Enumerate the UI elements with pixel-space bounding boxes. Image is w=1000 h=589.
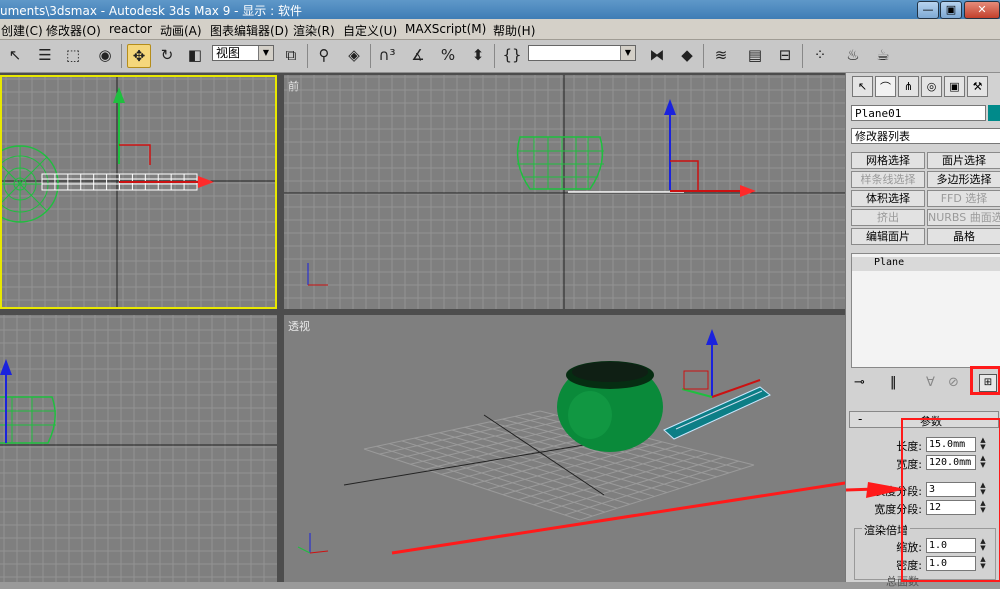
reference-coord-value: 视图 [216, 46, 241, 60]
annotation-arrow-head [846, 482, 906, 498]
viewport-top-canvas [2, 77, 275, 307]
transform-gizmo-icon [0, 359, 12, 443]
menu-rendering[interactable]: 渲染(R) [293, 22, 335, 39]
object-name-field[interactable]: Plane01 [851, 105, 986, 121]
close-button[interactable]: ✕ [964, 1, 1000, 19]
patch-select-button[interactable]: 面片选择 [927, 152, 1000, 169]
chevron-down-icon: ▼ [258, 46, 273, 60]
menu-maxscript[interactable]: MAXScript(M) [405, 22, 486, 36]
stack-item-plane[interactable]: Plane [852, 257, 1000, 271]
scale-icon[interactable]: ◧ [184, 44, 206, 66]
grid-lines [0, 315, 277, 582]
toolbar-separator [802, 44, 803, 68]
snap-3d-icon[interactable]: ∩³ [376, 44, 398, 66]
pivot-center-icon[interactable]: ⧉ [280, 44, 302, 66]
material-editor-icon[interactable]: ⁘ [809, 44, 831, 66]
rollout-toggle: - [858, 412, 863, 426]
make-unique-icon[interactable]: ∀ [926, 375, 935, 390]
render-scene-icon[interactable]: ♨ [842, 44, 864, 66]
toolbar-separator [307, 44, 308, 68]
remove-modifier-icon[interactable]: ⊘ [948, 375, 959, 390]
annotation-arrow-line [391, 481, 845, 555]
viewport-left-canvas [0, 315, 277, 582]
minimize-button[interactable]: — [917, 1, 939, 19]
axis-tripod-icon [297, 533, 329, 554]
viewport-left[interactable] [0, 315, 277, 582]
nurbs-surface-select-button[interactable]: NURBS 曲面选择 [927, 209, 1000, 226]
viewport-perspective-canvas [297, 329, 845, 555]
pin-stack-icon[interactable]: ⊸ [854, 375, 865, 390]
named-selection-icon[interactable]: {} [501, 44, 523, 66]
curve-editor-icon[interactable]: ▤ [744, 44, 766, 66]
teapot-wireframe-icon [0, 396, 56, 444]
mirror-icon[interactable]: ⧓ [646, 44, 668, 66]
main-toolbar: ↖ ☰ ⬚ ◉ ✥ ↻ ◧ 视图 ▼ ⧉ ⚲ ◈ ∩³ ∡ % ⬍ {} ▼ ⧓… [0, 40, 1000, 73]
object-color-swatch[interactable] [988, 105, 1000, 121]
viewport-front[interactable]: 前 [284, 75, 845, 309]
menu-help[interactable]: 帮助(H) [493, 22, 535, 39]
named-selection-dropdown[interactable]: ▼ [528, 45, 636, 61]
window-crossing-icon[interactable]: ◉ [94, 44, 116, 66]
viewport-area: 前 透视 [0, 73, 845, 582]
rotate-icon[interactable]: ↻ [156, 44, 178, 66]
highlight-box-configure [970, 366, 1000, 395]
title-bar: uments\3dsmax - Autodesk 3ds Max 9 - 显示 … [0, 0, 1000, 19]
menu-modifiers[interactable]: 修改器(O) [46, 22, 101, 39]
hierarchy-tab-icon[interactable]: ⋔ [898, 76, 919, 97]
lattice-button[interactable]: 晶格 [927, 228, 1000, 245]
command-panel: ↖ ⌒ ⋔ ◎ ▣ ⚒ Plane01 修改器列表 网格选择 面片选择 样条线选… [845, 73, 1000, 588]
edit-patch-button[interactable]: 编辑面片 [851, 228, 925, 245]
volume-select-button[interactable]: 体积选择 [851, 190, 925, 207]
toolbar-separator [121, 44, 122, 68]
utilities-tab-icon[interactable]: ⚒ [967, 76, 988, 97]
axis-tripod-icon [307, 263, 328, 286]
viewport-top[interactable] [0, 75, 277, 309]
grid-lines [2, 77, 275, 307]
modifier-stack: Plane [851, 253, 1000, 368]
create-tab-icon[interactable]: ↖ [852, 76, 873, 97]
modify-tab-icon[interactable]: ⌒ [875, 76, 896, 97]
menu-reactor[interactable]: reactor [109, 22, 152, 36]
mesh-select-button[interactable]: 网格选择 [851, 152, 925, 169]
modifier-list-dropdown[interactable]: 修改器列表 [851, 128, 1000, 144]
toolbar-separator [703, 44, 704, 68]
rect-region-icon[interactable]: ⬚ [62, 44, 84, 66]
quick-render-icon[interactable]: ☕ [872, 44, 894, 66]
viewport-perspective[interactable]: 透视 [284, 315, 845, 582]
manipulate-icon[interactable]: ⚲ [313, 44, 335, 66]
spline-select-button[interactable]: 样条线选择 [851, 171, 925, 188]
teapot-icon [557, 361, 663, 452]
toolbar-separator [370, 44, 371, 68]
menu-animation[interactable]: 动画(A) [160, 22, 202, 39]
window-title: uments\3dsmax - Autodesk 3ds Max 9 - 显示 … [0, 4, 302, 18]
show-end-result-icon[interactable]: ‖ [890, 375, 897, 390]
extrude-button[interactable]: 挤出 [851, 209, 925, 226]
toolbar-separator [494, 44, 495, 68]
align-icon[interactable]: ◆ [676, 44, 698, 66]
chevron-down-icon: ▼ [620, 46, 635, 60]
maximize-button[interactable]: ▣ [940, 1, 962, 19]
angle-snap-icon[interactable]: ∡ [407, 44, 429, 66]
menu-customize[interactable]: 自定义(U) [343, 22, 397, 39]
reference-coord-dropdown[interactable]: 视图 ▼ [212, 45, 274, 61]
motion-tab-icon[interactable]: ◎ [921, 76, 942, 97]
display-tab-icon[interactable]: ▣ [944, 76, 965, 97]
select-by-name-icon[interactable]: ☰ [34, 44, 56, 66]
transform-gizmo-icon [113, 87, 214, 188]
percent-snap-icon[interactable]: % [437, 44, 459, 66]
menu-graph-editors[interactable]: 图表编辑器(D) [210, 22, 289, 39]
viewport-front-canvas [284, 75, 845, 309]
ffd-select-button[interactable]: FFD 选择 [927, 190, 1000, 207]
move-icon[interactable]: ✥ [127, 44, 151, 68]
transform-gizmo-icon [681, 329, 761, 398]
keyboard-override-icon[interactable]: ◈ [343, 44, 365, 66]
select-arrow-icon[interactable]: ↖ [4, 44, 26, 66]
poly-select-button[interactable]: 多边形选择 [927, 171, 1000, 188]
menu-bar: 创建(C) 修改器(O) reactor 动画(A) 图表编辑器(D) 渲染(R… [0, 19, 1000, 40]
layer-manager-icon[interactable]: ≋ [710, 44, 732, 66]
spinner-snap-icon[interactable]: ⬍ [467, 44, 489, 66]
schematic-view-icon[interactable]: ⊟ [774, 44, 796, 66]
menu-create[interactable]: 创建(C) [1, 22, 43, 39]
